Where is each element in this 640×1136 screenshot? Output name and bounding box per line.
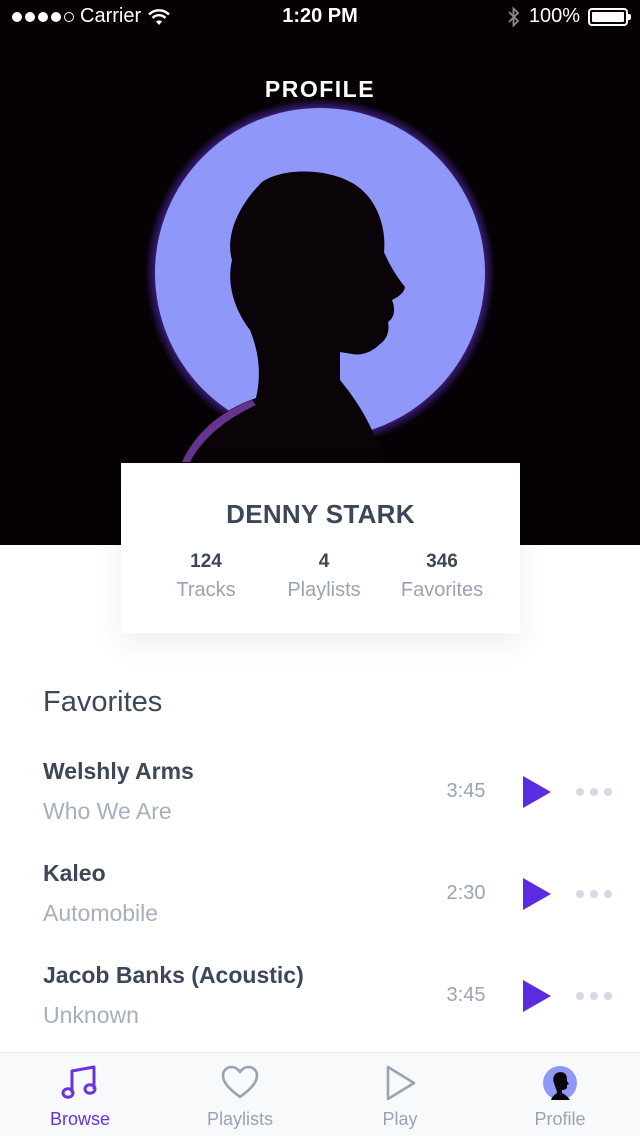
track-title: Welshly Arms [43, 758, 194, 784]
heart-icon [221, 1065, 259, 1099]
profile-stats: 124 Tracks 4 Playlists 346 Favorites [147, 551, 525, 602]
list-item[interactable]: Kaleo Automobile 2:30 [0, 860, 640, 950]
list-item[interactable]: Welshly Arms Who We Are 3:45 [0, 758, 640, 848]
track-subtitle: Unknown [43, 1002, 139, 1028]
stat-value: 124 [190, 551, 222, 572]
status-right: 100% [507, 5, 631, 28]
tab-label: Play [382, 1109, 418, 1129]
more-options-icon[interactable] [576, 990, 616, 1002]
track-duration: 2:30 [446, 882, 486, 904]
play-icon[interactable] [520, 978, 554, 1014]
more-options-icon[interactable] [576, 786, 616, 798]
tab-label: Browse [49, 1109, 111, 1129]
profile-name: DENNY STARK [226, 499, 415, 529]
stat-favorites[interactable]: 346 Favorites [383, 551, 501, 602]
stat-label: Playlists [287, 579, 361, 601]
stat-label: Tracks [176, 579, 236, 601]
tab-playlists[interactable]: Playlists [160, 1053, 320, 1136]
tab-browse[interactable]: Browse [0, 1053, 160, 1136]
track-subtitle: Who We Are [43, 798, 172, 824]
status-bar: Carrier 1:20 PM 100% [0, 0, 640, 36]
play-icon[interactable] [520, 774, 554, 810]
stat-tracks[interactable]: 124 Tracks [147, 551, 265, 602]
list-item[interactable]: Jacob Banks (Acoustic) Unknown 3:45 [0, 962, 640, 1052]
favorites-heading: Favorites [43, 686, 163, 718]
tab-profile[interactable]: Profile [480, 1053, 640, 1136]
stat-value: 4 [318, 551, 330, 572]
more-options-icon[interactable] [576, 888, 616, 900]
track-title: Kaleo [43, 860, 106, 886]
play-icon[interactable] [520, 876, 554, 912]
stat-playlists[interactable]: 4 Playlists [265, 551, 383, 602]
bluetooth-icon [508, 5, 520, 28]
tab-play[interactable]: Play [320, 1053, 480, 1136]
page-title: PROFILE [264, 76, 376, 102]
track-title: Jacob Banks (Acoustic) [43, 962, 304, 988]
stat-label: Favorites [400, 579, 484, 601]
profile-card: DENNY STARK 124 Tracks 4 Playlists 346 F… [121, 463, 520, 633]
battery-icon [588, 7, 631, 26]
battery-percent: 100% [528, 5, 580, 27]
track-subtitle: Automobile [43, 900, 159, 926]
avatar-icon [543, 1066, 577, 1100]
stat-value: 346 [426, 551, 458, 572]
play-icon [386, 1065, 416, 1101]
tab-bar: Browse Playlists Play Profile [0, 1052, 640, 1136]
track-duration: 3:45 [446, 984, 486, 1006]
tab-label: Playlists [206, 1109, 273, 1129]
tab-label: Profile [534, 1109, 586, 1129]
music-note-icon [61, 1065, 97, 1099]
track-duration: 3:45 [446, 780, 486, 802]
